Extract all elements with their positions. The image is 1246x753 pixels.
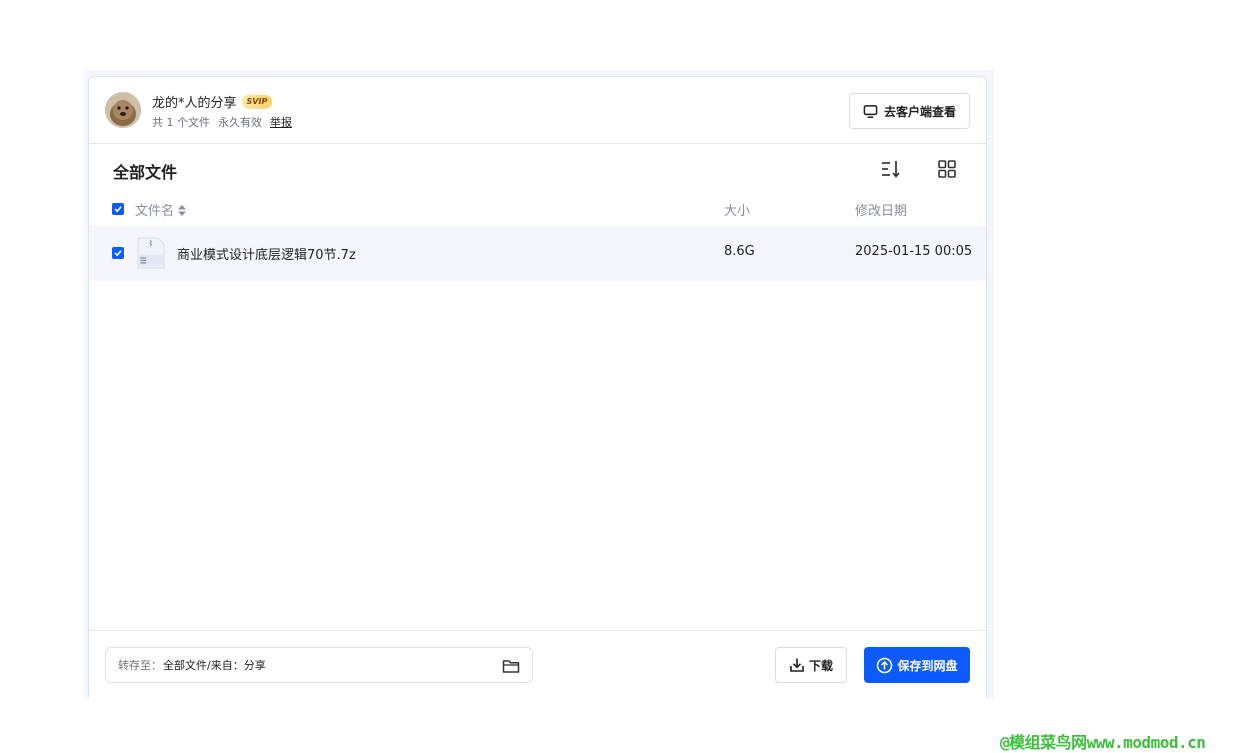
download-button[interactable]: 下载 <box>775 647 847 683</box>
download-label: 下载 <box>808 658 833 673</box>
grid-view-icon[interactable] <box>935 157 959 181</box>
table-row[interactable]: 商业模式设计底层逻辑70节.7z 8.6G 2025-01-15 00:05 <box>89 226 986 281</box>
save-path-selector[interactable]: 转存至： 全部文件/来自：分享 <box>105 647 533 683</box>
column-header-size: 大小 <box>724 204 751 219</box>
cloud-upload-icon <box>877 657 893 673</box>
file-count: 共 1 个文件 <box>152 116 210 129</box>
column-header-name-label: 文件名 <box>135 204 175 219</box>
save-to-cloud-label: 保存到网盘 <box>897 658 958 673</box>
zip-file-icon <box>137 237 165 269</box>
save-to-cloud-button[interactable]: 保存到网盘 <box>864 647 970 683</box>
section-title: 全部文件 <box>113 163 178 182</box>
open-client-label: 去客户端查看 <box>883 104 956 119</box>
download-icon <box>790 658 804 672</box>
share-card: 龙的*人的分享 SVIP 共 1 个文件 永久有效 举报 去客户端查看 全部文件 <box>88 76 987 698</box>
folder-icon <box>502 660 520 673</box>
share-meta: 共 1 个文件 永久有效 举报 <box>152 114 292 130</box>
svip-badge: SVIP <box>241 94 273 109</box>
file-size: 8.6G <box>724 244 755 259</box>
monitor-icon <box>863 104 878 118</box>
open-client-button[interactable]: 去客户端查看 <box>848 93 970 129</box>
row-checkbox[interactable] <box>112 247 124 259</box>
select-all-checkbox[interactable] <box>112 203 124 215</box>
avatar[interactable] <box>105 92 141 128</box>
sort-icon[interactable] <box>879 157 903 181</box>
save-path-value: 全部文件/来自：分享 <box>163 659 266 672</box>
validity: 永久有效 <box>218 116 262 129</box>
report-link[interactable]: 举报 <box>270 114 292 130</box>
save-path-label: 转存至： <box>118 659 162 672</box>
watermark: @模组菜鸟网www.modmod.cn <box>1000 733 1206 752</box>
column-header-modified: 修改日期 <box>855 204 908 219</box>
checkbox-checked-icon <box>114 250 122 257</box>
action-footer: 转存至： 全部文件/来自：分享 下载 保存到网盘 <box>89 630 986 699</box>
file-modified: 2025-01-15 00:05 <box>855 244 973 259</box>
sort-arrows-icon <box>178 205 187 216</box>
owner-row: 龙的*人的分享 SVIP <box>152 92 273 111</box>
column-header-name[interactable]: 文件名 <box>135 200 187 219</box>
file-name[interactable]: 商业模式设计底层逻辑70节.7z <box>177 244 356 263</box>
share-header: 龙的*人的分享 SVIP 共 1 个文件 永久有效 举报 去客户端查看 <box>89 77 986 144</box>
owner-name: 龙的*人的分享 <box>152 96 237 111</box>
checkbox-checked-icon <box>114 206 122 213</box>
